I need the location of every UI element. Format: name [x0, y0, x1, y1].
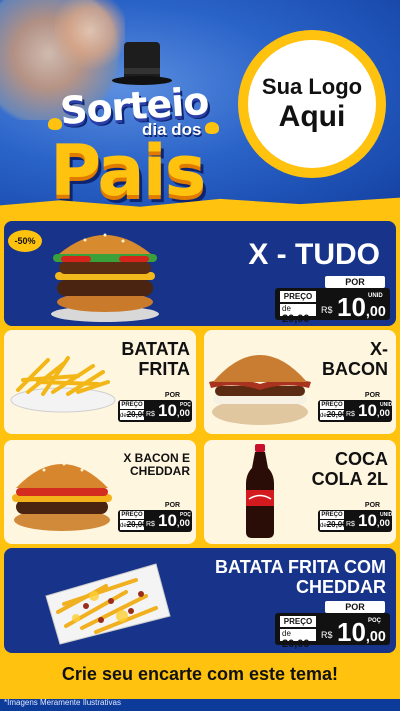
logo-text-line1: Sua Logo	[261, 74, 363, 99]
bottom-old-price: de 20,00	[280, 629, 316, 650]
item-3-name: COCA COLA 2L	[311, 449, 388, 489]
featured-preco-label: PREÇO	[280, 291, 316, 302]
burger-image	[51, 233, 159, 322]
item-2-preco-label: PREÇO	[120, 511, 144, 519]
item-0-unit: POÇ	[180, 402, 191, 408]
coca-cola-bottle-image	[246, 444, 274, 538]
item-1-name: X- BACON	[322, 339, 388, 379]
item-1-old-price: de20,00	[320, 410, 347, 420]
title-pais: Pais	[50, 130, 206, 212]
item-2-currency: R$	[146, 521, 155, 528]
item-3-unit: UNID	[380, 512, 393, 518]
item-3-currency: R$	[346, 521, 355, 528]
item-1-por: POR	[364, 392, 381, 399]
logo-placeholder: Sua Logo Aqui	[238, 30, 386, 178]
featured-unit: UNID	[368, 293, 383, 299]
featured-name: X - TUDO	[248, 238, 380, 271]
item-0-currency: R$	[146, 411, 155, 418]
bottom-preco-label: PREÇO	[280, 616, 316, 627]
featured-old-price: de 20,00	[280, 304, 316, 325]
fries-cheddar-image	[45, 563, 171, 645]
featured-currency: R$	[321, 305, 333, 315]
item-1-preco-label: PREÇO	[320, 401, 344, 409]
heart-icon	[205, 122, 219, 134]
discount-badge: -50%	[8, 230, 42, 252]
item-0-por: POR	[164, 392, 181, 399]
item-2-unit: POÇ	[180, 512, 191, 518]
bottom-name: BATATA FRITA COM CHEDDAR	[215, 557, 386, 597]
logo-text-line2: Aqui	[278, 100, 346, 133]
item-3-por: POR	[364, 502, 381, 509]
item-0-old-price: de20,00	[120, 410, 147, 420]
disclaimer-text: *Imagens Meramente Ilustrativas	[4, 698, 121, 707]
x-bacon-image	[209, 355, 311, 425]
featured-por: POR	[325, 276, 385, 288]
item-2-name: X BACON E CHEDDAR	[123, 451, 190, 479]
item-1-currency: R$	[346, 411, 355, 418]
fries-image	[10, 356, 116, 413]
item-3-old-price: de20,00	[320, 520, 347, 530]
item-0-preco-label: PREÇO	[120, 401, 144, 409]
item-3-preco-label: PREÇO	[320, 511, 344, 519]
item-0-name: BATATA FRITA	[121, 339, 190, 379]
bottom-currency: R$	[321, 630, 333, 640]
bottom-unit: POÇ	[368, 618, 382, 624]
item-1-unit: UNID	[380, 402, 393, 408]
x-bacon-cheddar-image	[12, 462, 112, 531]
top-hat-icon	[112, 42, 172, 87]
bottom-por: POR	[325, 601, 385, 613]
cta-banner: Crie seu encarte com este tema!	[12, 658, 388, 690]
item-2-old-price: de20,00	[120, 520, 147, 530]
item-2-por: POR	[164, 502, 181, 509]
header-banner: Sorteio dia dos Pais Sua Logo Aqui	[0, 0, 400, 215]
